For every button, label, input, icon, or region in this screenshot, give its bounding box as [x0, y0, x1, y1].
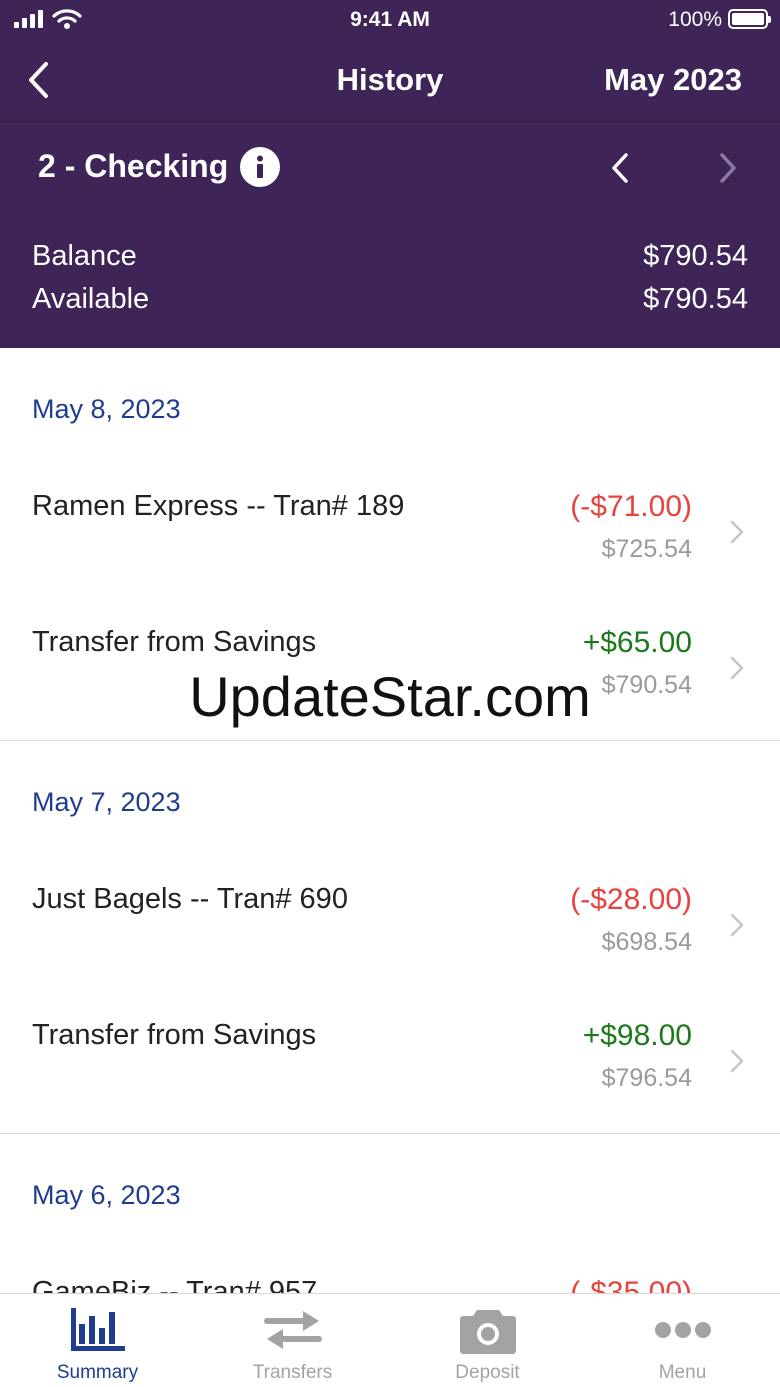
date-header: May 7, 2023 [32, 787, 181, 817]
date-header: May 6, 2023 [32, 1180, 181, 1210]
tab-bar: Summary Transfers Deposit Menu [0, 1293, 780, 1387]
account-selector: 2 - Checking [0, 122, 780, 212]
running-balance: $796.54 [601, 1064, 692, 1092]
chevron-right-icon [730, 913, 744, 937]
transaction-amount: (-$35.00) [570, 1276, 692, 1293]
battery-percent: 100% [668, 8, 722, 31]
tab-label: Menu [658, 1362, 707, 1383]
next-account-button[interactable] [710, 146, 746, 190]
account-name: 2 - Checking [38, 148, 229, 184]
month-selector[interactable]: May 2023 [604, 62, 742, 98]
status-bar: 9:41 AM 100% [0, 0, 780, 40]
previous-account-button[interactable] [602, 146, 638, 190]
transaction-list[interactable]: May 8, 2023 Ramen Express -- Tran# 189 (… [0, 348, 780, 1293]
chevron-left-icon [612, 153, 628, 183]
balance-label: Balance [32, 240, 137, 272]
balance-value: $790.54 [643, 240, 748, 272]
chevron-right-icon [720, 153, 736, 183]
nav-bar: History May 2023 [0, 40, 780, 122]
camera-icon [459, 1310, 516, 1354]
transfer-arrows-icon [263, 1311, 322, 1349]
transaction-amount: +$98.00 [582, 1019, 692, 1052]
tab-label: Deposit [455, 1362, 520, 1383]
transaction-row[interactable]: Transfer from Savings +$98.00 $796.54 [0, 997, 780, 1133]
tab-menu[interactable]: Menu [585, 1294, 780, 1387]
watermark: UpdateStar.com [189, 665, 591, 728]
transaction-description: GameBiz -- Tran# 957 [32, 1276, 318, 1293]
transaction-row[interactable]: Ramen Express -- Tran# 189 (-$71.00) $72… [0, 468, 780, 604]
tab-summary[interactable]: Summary [0, 1294, 195, 1387]
header-panel: 9:41 AM 100% History May 2023 2 - Checki… [0, 0, 780, 348]
transaction-description: Ramen Express -- Tran# 189 [32, 490, 405, 522]
available-value: $790.54 [643, 283, 748, 315]
running-balance: $725.54 [601, 535, 692, 563]
bar-chart-icon [70, 1308, 125, 1351]
tab-label: Summary [56, 1362, 139, 1383]
balance-row: Balance $790.54 [32, 240, 748, 280]
transaction-row[interactable]: Just Bagels -- Tran# 690 (-$28.00) $698.… [0, 861, 780, 997]
running-balance: $698.54 [601, 928, 692, 956]
battery-icon [728, 9, 771, 29]
transaction-description: Just Bagels -- Tran# 690 [32, 883, 348, 915]
info-icon[interactable] [240, 147, 280, 187]
available-row: Available $790.54 [32, 283, 748, 323]
tab-label: Transfers [252, 1362, 333, 1383]
transaction-description: Transfer from Savings [32, 1019, 317, 1051]
transaction-description: Transfer from Savings [32, 626, 317, 658]
transaction-amount: (-$71.00) [570, 490, 692, 523]
status-time: 9:41 AM [350, 8, 430, 31]
transaction-amount: +$65.00 [582, 626, 692, 659]
date-header: May 8, 2023 [32, 394, 181, 424]
more-dots-icon [654, 1322, 711, 1338]
transaction-row[interactable]: GameBiz -- Tran# 957 (-$35.00) [0, 1254, 780, 1293]
tab-deposit[interactable]: Deposit [390, 1294, 585, 1387]
chevron-right-icon [730, 520, 744, 544]
chevron-right-icon [730, 1049, 744, 1073]
available-label: Available [32, 283, 150, 315]
tab-transfers[interactable]: Transfers [195, 1294, 390, 1387]
transaction-amount: (-$28.00) [570, 883, 692, 916]
